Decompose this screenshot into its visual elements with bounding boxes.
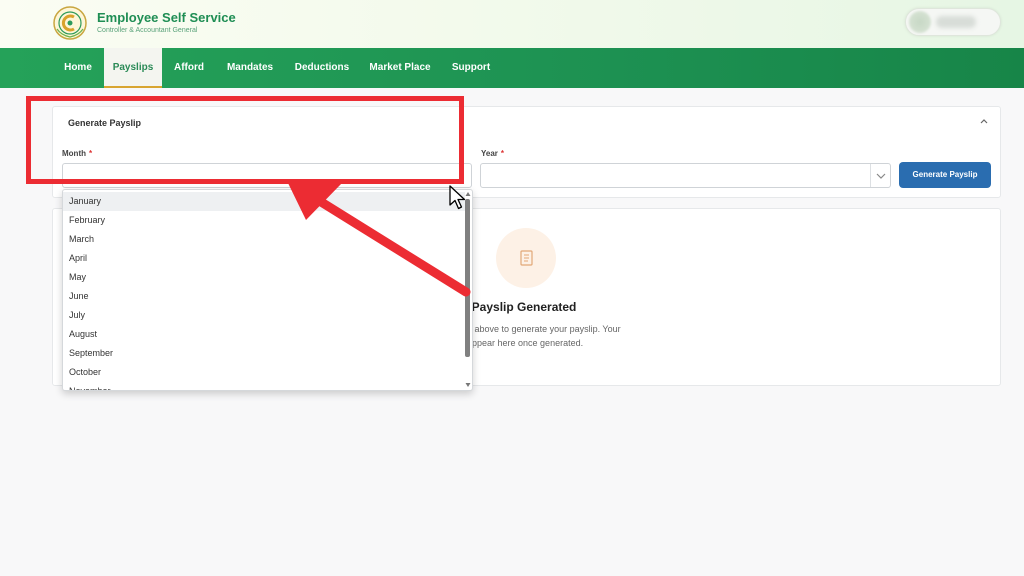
mouse-pointer-icon — [449, 185, 466, 210]
annotation-arrow-icon — [288, 183, 471, 297]
